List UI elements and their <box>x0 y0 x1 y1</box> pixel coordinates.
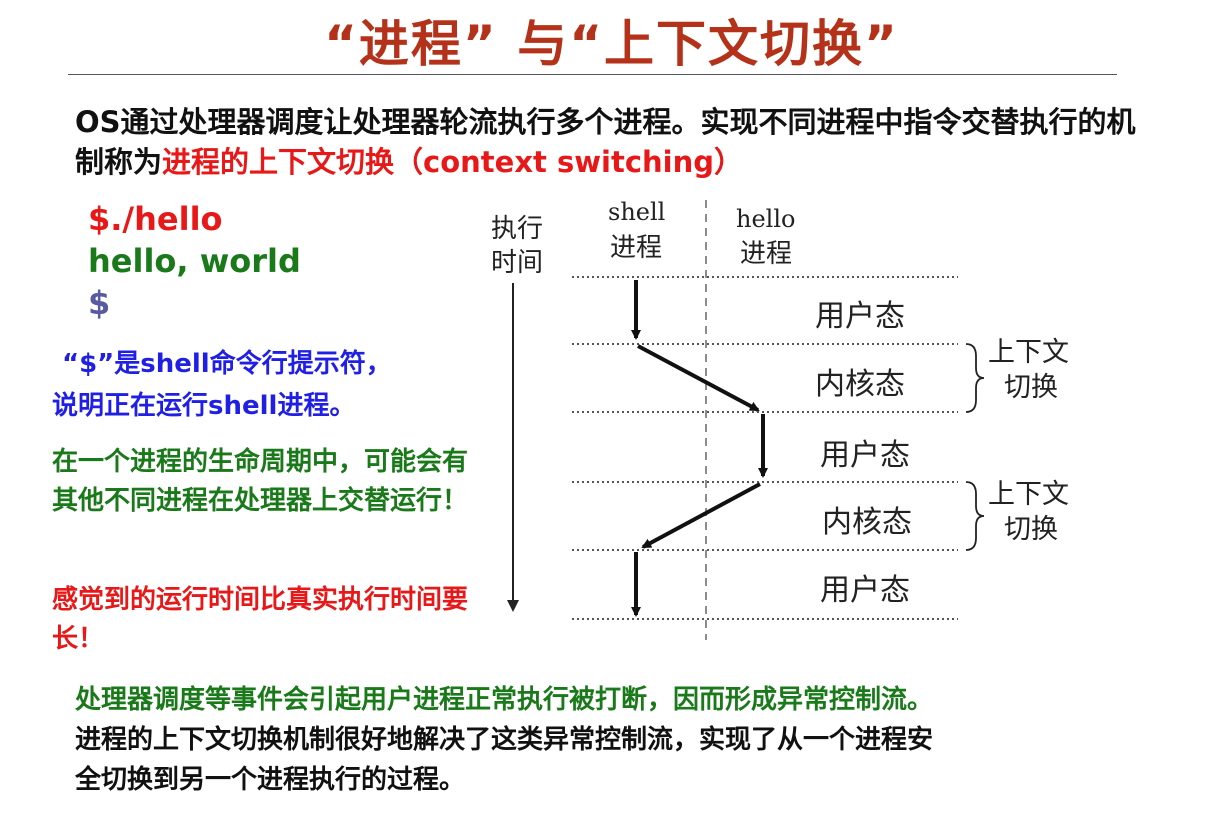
bottom-line-2: 进程的上下文切换机制很好地解决了这类异常控制流，实现了从一个进程安 <box>75 725 934 755</box>
hello-process-label-2: 进程 <box>740 239 792 269</box>
state-label-user-1: 用户态 <box>815 299 905 334</box>
context-switch-label-1a: 上下文 <box>988 337 1069 368</box>
time-axis-label-2: 时间 <box>491 248 543 278</box>
shell-process-label-2: 进程 <box>610 233 662 263</box>
state-label-kernel-2: 内核态 <box>822 505 912 540</box>
bottom-line-1: 处理器调度等事件会引起用户进程正常执行被打断，因而形成异常控制流。 <box>75 685 934 715</box>
state-label-user-3: 用户态 <box>820 573 910 608</box>
context-switch-brace-2 <box>965 481 985 551</box>
state-label-kernel-1: 内核态 <box>815 367 905 402</box>
flow-switch-to-shell <box>641 482 761 549</box>
flow-switch-to-hello <box>637 344 760 412</box>
context-switch-label-1b: 切换 <box>1004 372 1058 403</box>
hello-process-label-1: hello <box>736 205 795 233</box>
state-label-user-2: 用户态 <box>820 438 910 473</box>
context-switch-label-2b: 切换 <box>1004 514 1058 545</box>
context-switch-label-2a: 上下文 <box>988 479 1069 510</box>
context-switch-brace-1 <box>965 343 985 413</box>
time-axis-label-1: 执行 <box>491 214 543 244</box>
shell-process-label-1: shell <box>608 198 665 226</box>
bottom-line-3: 全切换到另一个进程执行的过程。 <box>75 765 466 795</box>
execution-flow <box>631 280 768 617</box>
